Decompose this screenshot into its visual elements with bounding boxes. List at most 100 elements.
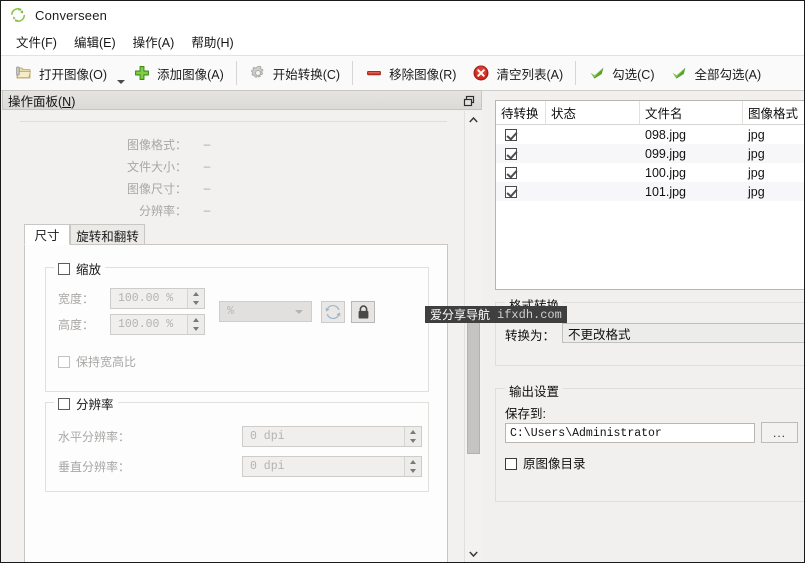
restore-icon[interactable] — [463, 95, 475, 107]
aspect-lock-button[interactable] — [351, 301, 375, 323]
unit-combobox[interactable]: % — [219, 301, 312, 322]
tab-rotate-flip[interactable]: 旋转和翻转 — [70, 224, 145, 245]
height-spinner-down[interactable] — [188, 325, 204, 335]
vertical-resolution-spinbox[interactable]: 0 dpi — [242, 456, 422, 477]
keep-aspect-checkbox[interactable] — [58, 355, 70, 368]
info-value-filesize: – — [203, 159, 211, 173]
table-row[interactable]: 101.jpg jpg — [496, 182, 804, 201]
start-conversion-label: 开始转换(C) — [272, 67, 341, 82]
window-title: Converseen — [35, 7, 108, 23]
same-dir-row[interactable]: 原图像目录 — [505, 453, 586, 472]
row-status — [546, 182, 640, 201]
scale-enable-checkbox[interactable] — [58, 262, 70, 275]
info-label-format: 图像格式： — [126, 137, 187, 152]
info-value-format: – — [203, 137, 211, 151]
gear-icon — [250, 65, 264, 78]
hres-spinner-up[interactable] — [405, 427, 421, 437]
keep-aspect-row[interactable]: 保持宽高比 — [58, 353, 136, 370]
row-checkbox[interactable] — [505, 185, 517, 198]
width-spinner-buttons[interactable] — [187, 289, 204, 308]
clear-list-label: 清空列表(A) — [496, 67, 564, 82]
info-row-resolution: 分辨率： – — [2, 199, 460, 221]
column-header-filename[interactable]: 文件名 — [640, 101, 743, 124]
info-value-resolution: – — [203, 203, 211, 217]
clear-list-button[interactable]: 清空列表(A) — [464, 59, 571, 87]
row-checkbox-cell[interactable] — [496, 163, 546, 182]
table-row[interactable]: 099.jpg jpg — [496, 144, 804, 163]
column-header-format[interactable]: 图像格式 — [743, 101, 804, 124]
vres-spinner-up[interactable] — [405, 457, 421, 467]
resolution-groupbox: 分辨率 水平分辨率： 0 dpi 垂直分辨率： 0 dpi — [45, 394, 429, 492]
resolution-group-label: 分辨率 — [76, 398, 114, 412]
width-spinner-up[interactable] — [188, 289, 204, 299]
table-row[interactable]: 100.jpg jpg — [496, 163, 804, 182]
hres-spinner-down[interactable] — [405, 437, 421, 447]
height-spinner-up[interactable] — [188, 315, 204, 325]
watermark-url: ifxdh.com — [497, 307, 562, 322]
row-checkbox-cell[interactable] — [496, 144, 546, 163]
browse-button[interactable]: ... — [761, 422, 798, 443]
green-plus-icon — [135, 66, 150, 80]
width-spinner-down[interactable] — [188, 299, 204, 309]
row-checkbox[interactable] — [505, 128, 517, 141]
file-list[interactable]: 待转换 状态 文件名 图像格式 098.jpg jpg 099.jpg jpg … — [495, 100, 804, 290]
scroll-up-button[interactable] — [465, 111, 482, 128]
toolbar-separator-1 — [235, 61, 237, 85]
row-filename: 099.jpg — [645, 146, 687, 161]
column-header-pending[interactable]: 待转换 — [496, 101, 546, 124]
chevron-down-icon — [469, 551, 478, 557]
red-x-circle-icon — [474, 65, 489, 81]
action-panel-title-suffix: ) — [71, 94, 76, 109]
scale-group-header[interactable]: 缩放 — [54, 259, 106, 278]
horizontal-resolution-spinbox[interactable]: 0 dpi — [242, 426, 422, 447]
scroll-down-button[interactable] — [465, 545, 482, 562]
tab-size[interactable]: 尺寸 — [24, 224, 70, 245]
vres-spinner-buttons[interactable] — [404, 457, 421, 476]
open-images-dropdown-icon[interactable] — [116, 76, 126, 88]
menu-actions[interactable]: 操作(A) — [127, 29, 186, 55]
action-panel-title-prefix: 操作面板( — [8, 94, 63, 109]
row-checkbox-cell[interactable] — [496, 125, 546, 144]
row-format: jpg — [748, 146, 765, 161]
hres-spinner-buttons[interactable] — [404, 427, 421, 446]
height-spinner-buttons[interactable] — [187, 315, 204, 334]
row-filename: 100.jpg — [645, 165, 687, 180]
column-header-status[interactable]: 状态 — [546, 101, 640, 124]
toolbar-separator-2 — [352, 61, 354, 85]
row-status — [546, 144, 640, 163]
menu-edit[interactable]: 编辑(E) — [68, 29, 127, 55]
save-to-input[interactable]: C:\Users\Administrator — [505, 423, 755, 443]
row-checkbox-cell[interactable] — [496, 182, 546, 201]
save-to-label: 保存到: — [505, 407, 546, 421]
toolbar-separator-3 — [575, 61, 577, 85]
check-selection-button[interactable]: 勾选(C) — [580, 59, 662, 87]
resolution-enable-checkbox[interactable] — [58, 397, 70, 410]
resolution-group-header[interactable]: 分辨率 — [54, 394, 118, 413]
remove-images-button[interactable]: 移除图像(R) — [357, 59, 464, 87]
scale-groupbox: 缩放 宽度： 100.00 % 高度： 100.00 % % 保持宽高比 — [45, 259, 429, 392]
open-images-button[interactable]: 打开图像(O) — [7, 59, 115, 87]
add-images-button[interactable]: 添加图像(A) — [125, 59, 232, 87]
reset-size-button[interactable] — [321, 301, 345, 323]
start-conversion-button[interactable]: 开始转换(C) — [241, 59, 348, 87]
row-format: jpg — [748, 184, 765, 199]
vres-spinner-down[interactable] — [405, 467, 421, 477]
keep-aspect-label: 保持宽高比 — [76, 355, 137, 369]
menu-file[interactable]: 文件(F) — [10, 29, 68, 55]
browse-label: ... — [772, 425, 786, 440]
row-checkbox[interactable] — [505, 166, 517, 179]
row-checkbox[interactable] — [505, 147, 517, 160]
width-value: 100.00 % — [118, 292, 174, 305]
convert-to-combobox[interactable]: 不更改格式 — [562, 323, 804, 343]
chevron-down-icon — [295, 310, 303, 314]
width-spinbox[interactable]: 100.00 % — [110, 288, 205, 309]
action-panel-content: 图像格式： – 文件大小： – 图像尺寸： – 分辨率： – 尺寸 旋转和翻转 … — [2, 111, 460, 562]
menu-help[interactable]: 帮助(H) — [185, 29, 244, 55]
check-all-button[interactable]: 全部勾选(A) — [662, 59, 769, 87]
scroll-thumb[interactable] — [467, 306, 480, 454]
table-row[interactable]: 098.jpg jpg — [496, 125, 804, 144]
same-dir-checkbox[interactable] — [505, 458, 517, 470]
panel-scrollbar[interactable] — [464, 111, 482, 562]
height-spinbox[interactable]: 100.00 % — [110, 314, 205, 335]
action-panel-title: 操作面板(N) — [3, 91, 75, 110]
